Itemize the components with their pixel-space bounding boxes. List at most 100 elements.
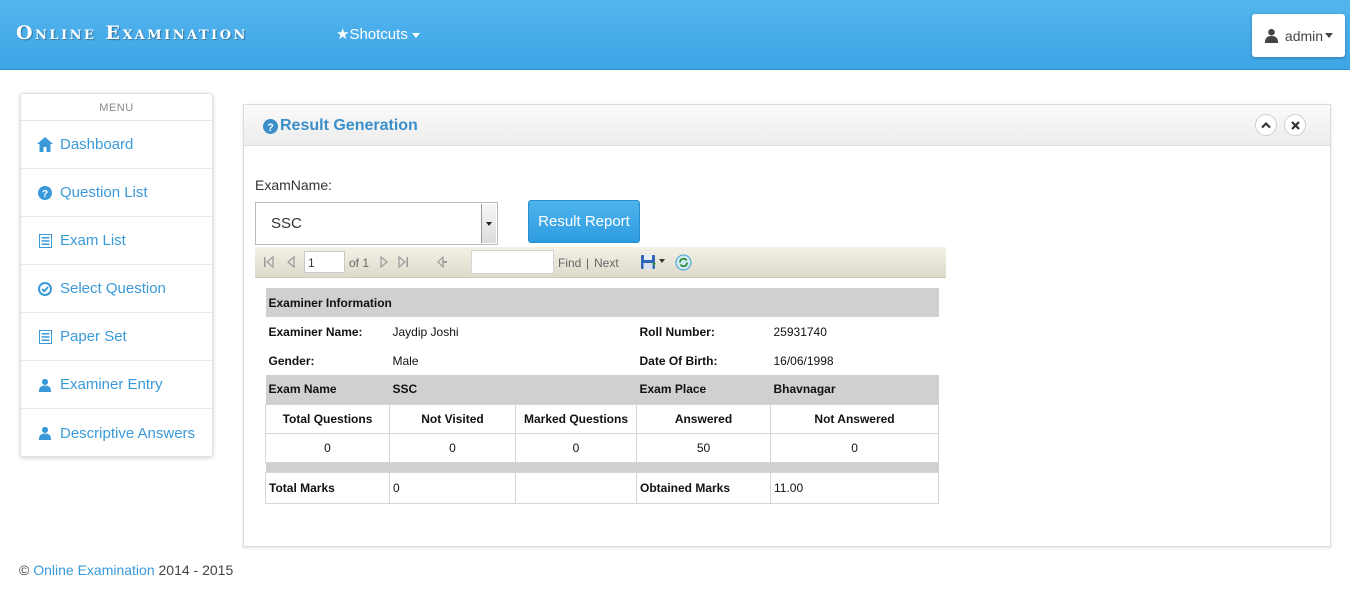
question-circle-icon: ? — [37, 185, 53, 201]
sidebar-item-descriptive-answers[interactable]: Descriptive Answers — [21, 409, 212, 457]
menu-heading: MENU — [21, 94, 212, 121]
close-button[interactable] — [1284, 114, 1306, 136]
sidebar-item-question-list[interactable]: ? Question List — [21, 169, 212, 217]
sidebar-menu: MENU Dashboard ? Question List Exam List… — [20, 93, 213, 457]
chevron-up-icon — [1261, 121, 1271, 129]
sidebar-item-label: Select Question — [60, 280, 166, 297]
footer-years: 2014 - 2015 — [158, 562, 234, 578]
table-cell: 0 — [769, 432, 940, 463]
sidebar-item-label: Descriptive Answers — [60, 424, 196, 442]
table-cell: 50 — [636, 432, 771, 463]
exam-name-cell-label: Exam Name — [265, 375, 390, 404]
column-header: Not Visited — [389, 403, 516, 434]
dob-value: 16/06/1998 — [773, 353, 834, 368]
svg-text:?: ? — [42, 189, 48, 200]
list-icon — [37, 329, 53, 345]
column-header: Total Questions — [265, 403, 390, 434]
page-number-input[interactable]: 1 — [304, 251, 345, 273]
exam-place-value: Bhavnagar — [770, 375, 939, 404]
exam-select-value: SSC — [271, 215, 302, 232]
sidebar-item-label: Dashboard — [60, 136, 134, 153]
exam-name-select[interactable]: SSC — [255, 202, 498, 245]
svg-text:?: ? — [267, 121, 274, 133]
panel-title-text: Result Generation — [280, 117, 418, 134]
sidebar-item-dashboard[interactable]: Dashboard — [21, 121, 212, 169]
find-separator: | — [586, 256, 590, 270]
table-row: Examiner Name: Jaydip Joshi Roll Number:… — [266, 317, 939, 346]
panel-title: ? Result Generation — [263, 117, 418, 135]
exam-place-label: Exam Place — [636, 375, 771, 404]
table-row: Gender: Male Date Of Birth: 16/06/1998 — [266, 346, 939, 375]
column-header: Not Answered — [769, 403, 940, 434]
gender-label: Gender: — [268, 353, 315, 368]
footer: © Online Examination 2014 - 2015 — [19, 562, 233, 578]
copyright-symbol: © — [19, 562, 30, 578]
table-cell: 0 — [389, 432, 516, 463]
close-icon — [1290, 120, 1300, 130]
previous-page-icon[interactable] — [286, 256, 296, 268]
marks-row: Total Marks 0 Obtained Marks 11.00 — [265, 471, 940, 504]
sidebar-item-select-question[interactable]: Select Question — [21, 265, 212, 313]
back-icon[interactable] — [436, 256, 448, 268]
section-title: Examiner Information — [265, 288, 939, 317]
exam-name-label: ExamName: — [255, 177, 333, 193]
user-icon — [37, 425, 53, 441]
save-export-icon[interactable] — [640, 254, 656, 270]
dropdown-arrow-icon[interactable] — [481, 204, 496, 243]
total-marks-value: 0 — [389, 471, 516, 504]
sidebar-item-examiner-entry[interactable]: Examiner Entry — [21, 361, 212, 409]
export-dropdown-icon[interactable] — [659, 259, 665, 263]
home-icon — [37, 137, 53, 153]
find-next-link[interactable]: Next — [594, 256, 619, 270]
collapse-button[interactable] — [1255, 114, 1277, 136]
footer-link[interactable]: Online Examination — [33, 562, 154, 578]
shortcuts-dropdown[interactable]: ★Shotcuts — [336, 25, 420, 43]
top-navbar: Online Examination ★Shotcuts admin — [0, 0, 1350, 70]
question-circle-icon: ? — [263, 118, 278, 134]
shortcuts-label: ★Shotcuts — [336, 26, 408, 43]
separator-row — [265, 462, 939, 472]
list-icon — [37, 233, 53, 249]
table-cell: 0 — [515, 432, 637, 463]
sidebar-item-exam-list[interactable]: Exam List — [21, 217, 212, 265]
user-name: admin — [1284, 27, 1324, 44]
examiner-name-value: Jaydip Joshi — [392, 324, 459, 339]
sidebar-item-label: Question List — [60, 184, 148, 201]
examiner-report-table: Examiner Information Examiner Name: Jayd… — [265, 288, 940, 504]
total-marks-label: Total Marks — [265, 471, 390, 504]
brand-logo[interactable]: Online Examination — [16, 22, 248, 44]
column-header: Marked Questions — [515, 403, 637, 434]
stats-value-row: 0 0 0 50 0 — [265, 432, 940, 463]
table-cell: 0 — [265, 432, 390, 463]
user-menu-button[interactable]: admin — [1252, 14, 1345, 57]
panel-header: ? Result Generation — [244, 105, 1330, 146]
report-toolbar: 1 of 1 Find | Next — [255, 247, 946, 278]
sidebar-item-label: Paper Set — [60, 328, 127, 345]
find-link[interactable]: Find — [558, 256, 581, 270]
column-header: Answered — [636, 403, 771, 434]
user-icon — [37, 377, 53, 393]
chevron-down-icon — [1325, 33, 1334, 38]
sidebar-item-label: Exam List — [60, 232, 126, 249]
result-report-button[interactable]: Result Report — [528, 200, 640, 243]
stats-header-row: Total Questions Not Visited Marked Quest… — [265, 403, 940, 434]
next-page-icon[interactable] — [379, 256, 389, 268]
obtained-marks-label: Obtained Marks — [636, 471, 771, 504]
roll-number-label: Roll Number: — [639, 324, 715, 339]
sidebar-item-label: Examiner Entry — [60, 376, 163, 393]
chevron-down-icon — [411, 32, 420, 38]
gender-value: Male — [392, 353, 419, 368]
obtained-marks-value: 11.00 — [769, 471, 940, 504]
check-circle-icon — [37, 281, 53, 297]
exam-name-cell-value: SSC — [389, 375, 637, 404]
sidebar-item-paper-set[interactable]: Paper Set — [21, 313, 212, 361]
table-row: Exam Name SSC Exam Place Bhavnagar — [265, 375, 939, 404]
last-page-icon[interactable] — [397, 256, 409, 268]
refresh-icon[interactable] — [675, 254, 692, 271]
report-section-header: Examiner Information — [265, 288, 939, 317]
examiner-name-label: Examiner Name: — [268, 324, 363, 339]
first-page-icon[interactable] — [263, 256, 275, 268]
dob-label: Date Of Birth: — [639, 353, 718, 368]
page-count-text: of 1 — [349, 256, 370, 270]
find-text-input[interactable] — [471, 250, 554, 274]
